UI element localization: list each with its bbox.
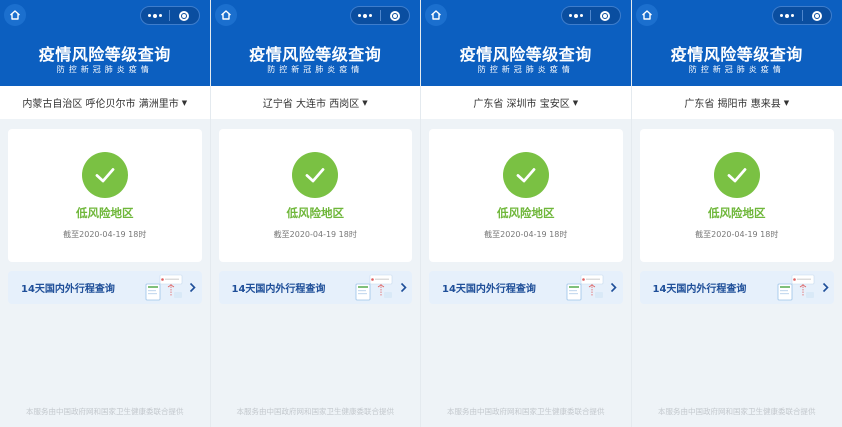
trip-query-label: 14天国内外行程查询	[442, 284, 536, 295]
as-of-timestamp: 截至2020-04-19 18时	[695, 230, 779, 239]
region-label: 内蒙古自治区 呼伦贝尔市 满洲里市	[22, 99, 179, 110]
caret-down-icon: ▼	[181, 98, 188, 107]
mini-program-panel: 疫情风险等级查询 防控新冠肺炎疫情 广东省 揭阳市 惠来县 ▼ 低风险地区 截至…	[631, 0, 842, 427]
service-footer: 本服务由中国政府网和国家卫生健康委联合提供	[658, 407, 816, 416]
trip-query-button[interactable]: 14天国内外行程查询	[429, 271, 623, 304]
home-icon	[431, 10, 441, 20]
risk-level-label: 低风险地区	[708, 206, 766, 220]
chevron-right-icon	[186, 282, 200, 293]
risk-level-label: 低风险地区	[286, 206, 345, 220]
caret-down-icon: ▼	[783, 98, 790, 107]
trip-query-button[interactable]: 14天国内外行程查询	[218, 271, 412, 304]
region-label: 广东省 深圳市 宝安区	[473, 99, 570, 110]
header-bar: 疫情风险等级查询 防控新冠肺炎疫情	[631, 0, 842, 86]
target-close-icon[interactable]	[381, 10, 410, 21]
home-button[interactable]	[635, 4, 658, 26]
target-close-icon[interactable]	[591, 10, 620, 21]
page-title: 疫情风险等级查询	[249, 45, 382, 64]
risk-status-card: 低风险地区 截至2020-04-19 18时	[218, 129, 412, 262]
header-bar: 疫情风险等级查询 防控新冠肺炎疫情	[421, 0, 631, 86]
caret-down-icon: ▼	[362, 98, 368, 107]
trip-illustration-icon	[565, 274, 605, 302]
chevron-right-icon	[607, 282, 621, 293]
region-selector[interactable]: 广东省 揭阳市 惠来县 ▼	[631, 86, 842, 119]
region-label: 广东省 揭阳市 惠来县	[684, 99, 781, 110]
risk-status-card: 低风险地区 截至2020-04-19 18时	[639, 129, 834, 262]
trip-illustration-icon	[354, 274, 394, 302]
region-label: 辽宁省 大连市 西岗区	[262, 99, 360, 110]
mini-program-panel: 疫情风险等级查询 防控新冠肺炎疫情 内蒙古自治区 呼伦贝尔市 满洲里市 ▼ 低风…	[0, 0, 211, 427]
checkmark-icon	[502, 152, 549, 198]
risk-level-label: 低风险地区	[76, 206, 134, 220]
capsule-menu	[560, 6, 621, 25]
risk-level-label: 低风险地区	[497, 206, 555, 220]
page-title: 疫情风险等级查询	[459, 45, 592, 64]
trip-query-button[interactable]: 14天国内外行程查询	[639, 271, 834, 304]
home-button[interactable]	[4, 4, 26, 26]
home-icon	[220, 10, 231, 20]
region-selector[interactable]: 内蒙古自治区 呼伦贝尔市 满洲里市 ▼	[0, 86, 210, 119]
more-dots-icon[interactable]	[141, 13, 170, 18]
region-selector[interactable]: 辽宁省 大连市 西岗区 ▼	[210, 86, 420, 119]
checkmark-icon	[713, 152, 760, 198]
as-of-timestamp: 截至2020-04-19 18时	[63, 230, 147, 239]
page-subtitle: 防控新冠肺炎疫情	[688, 65, 785, 74]
checkmark-icon	[81, 152, 128, 198]
checkmark-icon	[292, 152, 339, 198]
trip-query-button[interactable]: 14天国内外行程查询	[8, 271, 202, 304]
trip-query-label: 14天国内外行程查询	[21, 284, 115, 295]
more-dots-icon[interactable]	[351, 13, 380, 18]
mini-program-panel: 疫情风险等级查询 防控新冠肺炎疫情 广东省 深圳市 宝安区 ▼ 低风险地区 截至…	[421, 0, 632, 427]
as-of-timestamp: 截至2020-04-19 18时	[273, 230, 357, 239]
capsule-menu	[139, 6, 200, 25]
risk-status-card: 低风险地区 截至2020-04-19 18时	[429, 129, 623, 262]
trip-query-label: 14天国内外行程查询	[652, 284, 747, 295]
trip-illustration-icon	[144, 274, 184, 302]
home-icon	[10, 10, 20, 20]
home-button[interactable]	[214, 4, 237, 26]
more-dots-icon[interactable]	[773, 13, 802, 18]
chevron-right-icon	[396, 282, 410, 293]
page-subtitle: 防控新冠肺炎疫情	[56, 65, 153, 74]
capsule-menu	[350, 6, 410, 25]
header-bar: 疫情风险等级查询 防控新冠肺炎疫情	[0, 0, 210, 86]
caret-down-icon: ▼	[572, 98, 579, 107]
capsule-menu	[772, 6, 832, 25]
page-subtitle: 防控新冠肺炎疫情	[267, 65, 364, 74]
service-footer: 本服务由中国政府网和国家卫生健康委联合提供	[236, 407, 395, 416]
service-footer: 本服务由中国政府网和国家卫生健康委联合提供	[447, 407, 605, 416]
target-close-icon[interactable]	[803, 10, 832, 21]
service-footer: 本服务由中国政府网和国家卫生健康委联合提供	[26, 407, 184, 416]
home-icon	[641, 10, 652, 20]
home-button[interactable]	[425, 4, 447, 26]
chevron-right-icon	[818, 282, 832, 293]
as-of-timestamp: 截至2020-04-19 18时	[484, 230, 568, 239]
page-subtitle: 防控新冠肺炎疫情	[477, 65, 574, 74]
trip-illustration-icon	[776, 274, 816, 302]
target-close-icon[interactable]	[170, 10, 199, 21]
more-dots-icon[interactable]	[562, 13, 591, 18]
region-selector[interactable]: 广东省 深圳市 宝安区 ▼	[421, 86, 631, 119]
mini-program-panel: 疫情风险等级查询 防控新冠肺炎疫情 辽宁省 大连市 西岗区 ▼ 低风险地区 截至…	[210, 0, 421, 427]
risk-status-card: 低风险地区 截至2020-04-19 18时	[8, 129, 202, 262]
trip-query-label: 14天国内外行程查询	[231, 284, 326, 295]
page-title: 疫情风险等级查询	[670, 45, 803, 64]
page-title: 疫情风险等级查询	[38, 45, 171, 64]
header-bar: 疫情风险等级查询 防控新冠肺炎疫情	[210, 0, 420, 86]
